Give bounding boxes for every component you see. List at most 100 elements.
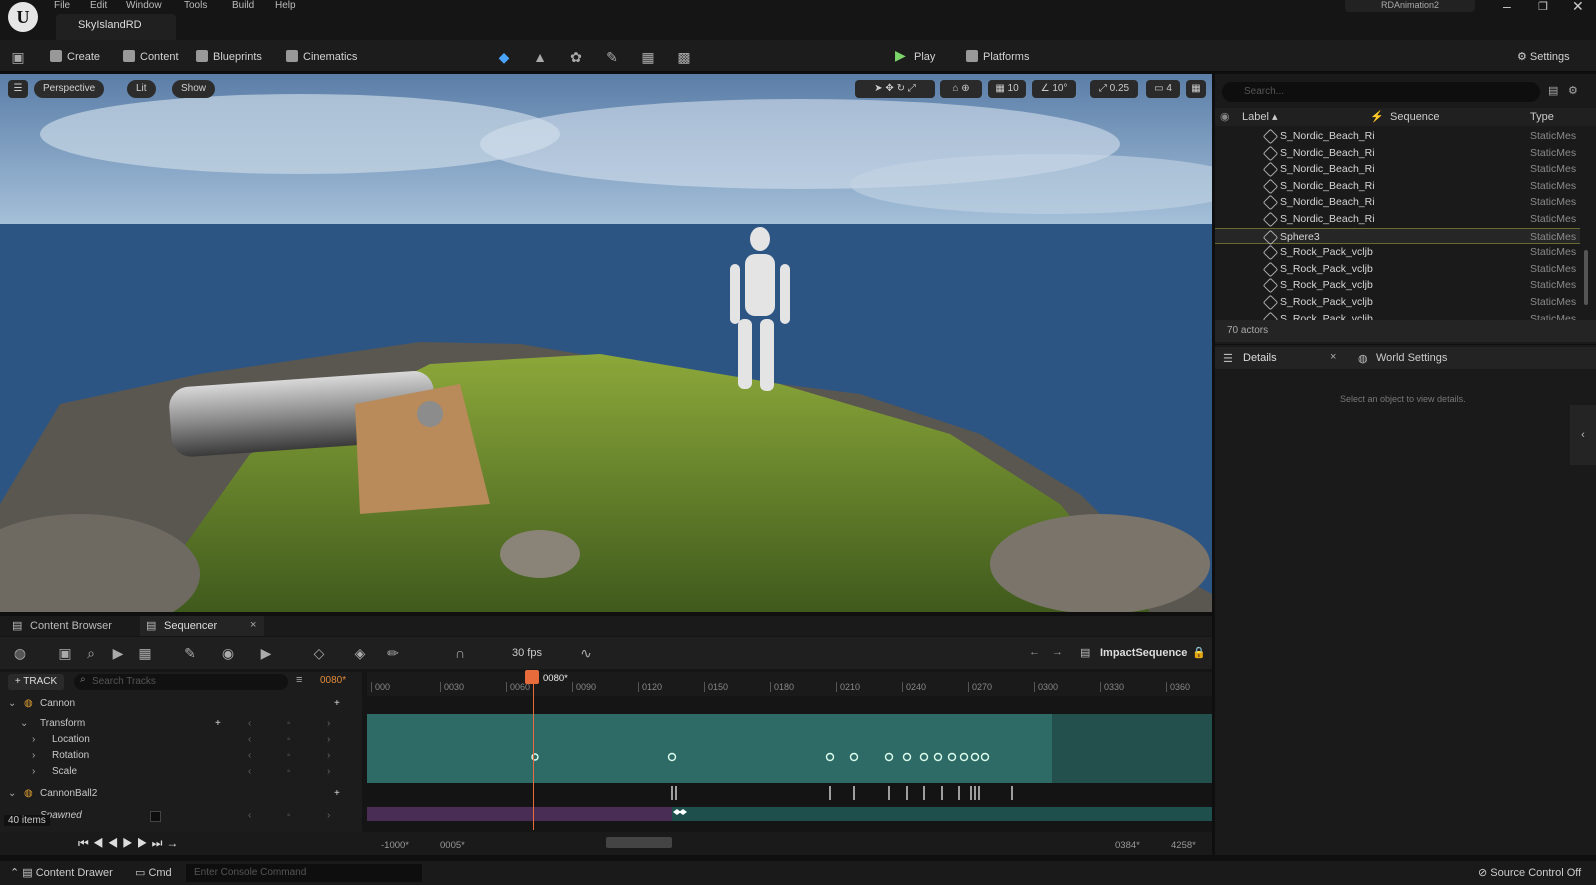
view-end[interactable]: 0384* — [1115, 840, 1140, 851]
grid-snap-button[interactable]: ▦ 10 — [988, 80, 1026, 98]
create-button[interactable]: Create — [50, 48, 100, 66]
tab-world-settings[interactable]: World Settings — [1376, 352, 1447, 364]
expand-chevron-icon[interactable]: › — [32, 764, 35, 780]
timeline-scrollbar[interactable] — [606, 837, 672, 848]
close-details-icon[interactable]: × — [1330, 351, 1336, 363]
outliner-search-input[interactable]: Search... — [1222, 82, 1540, 102]
key-next-icon[interactable]: › — [327, 732, 330, 748]
outliner-row[interactable]: S_Nordic_Beach_Ri StaticMes — [1215, 128, 1580, 145]
key-next-icon[interactable]: › — [327, 808, 330, 824]
expand-chevron-icon[interactable]: ⌄ — [20, 716, 28, 732]
outliner-row[interactable]: S_Rock_Pack_vcljb StaticMes — [1215, 294, 1580, 311]
collapse-panel-icon[interactable]: ‹ — [1570, 405, 1596, 465]
landscape-mode-icon[interactable]: ▲ — [532, 49, 548, 65]
content-button[interactable]: Content — [123, 48, 179, 66]
modeling-icon[interactable]: ▦ — [640, 49, 656, 65]
forward-arrow-icon[interactable]: → — [1052, 646, 1063, 658]
tab-content-browser[interactable]: Content Browser — [30, 620, 112, 632]
unreal-logo-icon[interactable]: U — [8, 2, 38, 32]
track-row[interactable]: ⌄ ◍ Cannon + — [0, 696, 362, 712]
add-subtrack-icon[interactable]: + — [334, 786, 340, 802]
outliner-row[interactable]: S_Nordic_Beach_Ri StaticMes — [1215, 161, 1580, 178]
label-column-header[interactable]: Label ▴ — [1242, 108, 1278, 126]
scale-snap-button[interactable]: ⤢ 0.25 — [1090, 80, 1138, 98]
foliage-mode-icon[interactable]: ✿ — [568, 49, 584, 65]
range-end[interactable]: 4258* — [1171, 840, 1196, 851]
track-row[interactable]: › Location ‹ ◦ › — [0, 732, 362, 748]
range-start[interactable]: -1000* — [381, 840, 409, 851]
surface-snap-icon[interactable]: ⌂ ⊕ — [940, 80, 982, 98]
add-subtrack-icon[interactable]: + — [334, 696, 340, 712]
add-key-icon[interactable]: ◦ — [287, 716, 291, 732]
tab-sequencer[interactable]: Sequencer — [164, 620, 217, 632]
add-key-icon[interactable]: ◦ — [287, 808, 291, 824]
current-frame[interactable]: 0080* — [320, 675, 346, 686]
close-icon[interactable]: ✕ — [1572, 0, 1584, 15]
close-sequencer-icon[interactable]: × — [250, 619, 256, 631]
view-start[interactable]: 0005* — [440, 840, 465, 851]
playhead-handle[interactable] — [525, 670, 539, 684]
menu-file[interactable]: File — [54, 0, 70, 11]
sequence-column-header[interactable]: Sequence — [1390, 108, 1440, 126]
lit-button[interactable]: Lit — [127, 80, 156, 98]
viewport-layout-icon[interactable]: ▦ — [1186, 80, 1206, 98]
level-viewport[interactable] — [0, 74, 1212, 612]
outliner-row[interactable]: S_Nordic_Beach_Ri StaticMes — [1215, 145, 1580, 162]
outliner-row[interactable]: S_Nordic_Beach_Ri StaticMes — [1215, 194, 1580, 211]
key-icon[interactable]: ◇ — [311, 645, 327, 661]
type-column-header[interactable]: Type — [1530, 108, 1554, 126]
play-button[interactable]: Play — [914, 48, 935, 66]
outliner-row[interactable]: S_Nordic_Beach_Ri StaticMes — [1215, 211, 1580, 228]
outliner-row[interactable]: Sphere3 StaticMes — [1215, 227, 1580, 245]
transform-tools-icon[interactable]: ➤ ✥ ↻ ⤢ — [855, 80, 935, 98]
key-prev-icon[interactable]: ‹ — [248, 808, 251, 824]
show-button[interactable]: Show — [172, 80, 216, 98]
outliner-row[interactable]: S_Rock_Pack_vcljb StaticMes — [1215, 244, 1580, 261]
track-row[interactable]: ⌄Spawned‹◦› — [0, 808, 362, 824]
outliner-row[interactable]: S_Nordic_Beach_Ri StaticMes — [1215, 178, 1580, 195]
sequence-name[interactable]: ImpactSequence — [1100, 647, 1187, 659]
settings-button[interactable]: ⚙ Settings — [1517, 48, 1570, 66]
menu-edit[interactable]: Edit — [90, 0, 107, 11]
blueprints-button[interactable]: Blueprints — [196, 48, 262, 66]
spawned-checkbox[interactable] — [150, 811, 161, 822]
visibility-icon[interactable]: ◉ — [1220, 108, 1230, 126]
menu-build[interactable]: Build — [232, 0, 254, 11]
key-prev-icon[interactable]: ‹ — [248, 732, 251, 748]
auto-key-icon[interactable]: ◈ — [352, 645, 368, 661]
menu-window[interactable]: Window — [126, 0, 162, 11]
key-next-icon[interactable]: › — [327, 748, 330, 764]
save-sequence-icon[interactable]: ▣ — [57, 645, 73, 661]
fps-dropdown[interactable]: 30 fps — [512, 647, 542, 659]
render-movie-icon[interactable]: ▶ — [110, 645, 126, 661]
key-prev-icon[interactable]: ‹ — [248, 748, 251, 764]
playback-options-icon[interactable]: ▶ — [258, 645, 274, 661]
outliner-row[interactable]: S_Rock_Pack_vcljb StaticMes — [1215, 261, 1580, 278]
source-control-button[interactable]: ⊘ Source Control Off — [1478, 866, 1581, 879]
add-key-icon[interactable]: ◦ — [287, 732, 291, 748]
add-key-icon[interactable]: ◦ — [287, 764, 291, 780]
key-prev-icon[interactable]: ‹ — [248, 716, 251, 732]
content-drawer-button[interactable]: ⌃ ▤ Content Drawer — [10, 866, 113, 879]
fracture-icon[interactable]: ▩ — [676, 49, 692, 65]
track-row[interactable]: ⌄ Transform + ‹ ◦ › — [0, 716, 362, 732]
lock-icon[interactable]: 🔒 — [1192, 646, 1206, 659]
viewport-menu-icon[interactable]: ☰ — [8, 80, 28, 98]
track-row[interactable]: › Scale ‹ ◦ › — [0, 764, 362, 780]
menu-tools[interactable]: Tools — [184, 0, 207, 11]
tab-details[interactable]: Details — [1243, 352, 1277, 364]
expand-chevron-icon[interactable]: › — [32, 732, 35, 748]
search-tracks-input[interactable]: Search Tracks — [74, 674, 288, 690]
expand-chevron-icon[interactable]: › — [32, 748, 35, 764]
project-tab[interactable]: SkyIslandRD — [56, 14, 176, 40]
filter-icon[interactable]: ≡ — [296, 674, 302, 686]
curve-editor-icon[interactable]: ∿ — [578, 645, 594, 661]
outliner-row[interactable]: S_Rock_Pack_vcljb StaticMes — [1215, 277, 1580, 294]
add-key-icon[interactable]: ◦ — [287, 748, 291, 764]
console-input[interactable]: Enter Console Command — [186, 864, 422, 882]
expand-chevron-icon[interactable]: ⌄ — [8, 696, 16, 712]
platforms-button[interactable]: Platforms — [966, 48, 1029, 66]
key-next-icon[interactable]: › — [327, 716, 330, 732]
wrench-icon[interactable]: ✎ — [182, 645, 198, 661]
expand-chevron-icon[interactable]: ⌄ — [8, 786, 16, 802]
